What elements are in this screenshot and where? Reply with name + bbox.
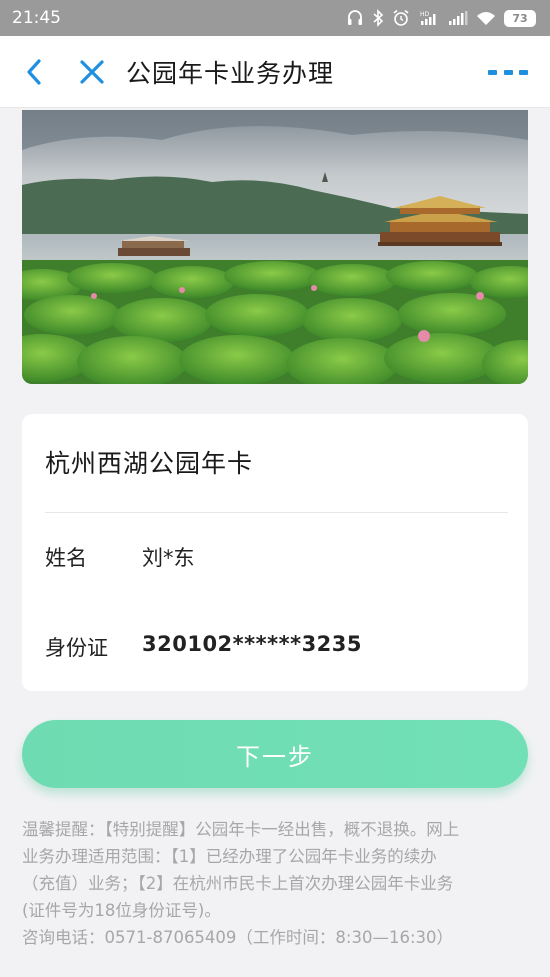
status-bar: 21:45 HD 73 (0, 0, 550, 36)
svg-text:HD: HD (420, 11, 430, 18)
notice-line: (证件号为18位身份证号)。 (22, 901, 221, 920)
annual-card-info: 杭州西湖公园年卡 姓名 刘*东 身份证 320102******3235 (22, 414, 528, 691)
battery-icon: 73 (504, 9, 536, 27)
status-time: 21:45 (12, 8, 61, 28)
name-value: 刘*东 (142, 546, 195, 570)
notice-text: 温馨提醒：【特别提醒】公园年卡一经出售，概不退换。网上 业务办理适用范围：【1】… (22, 816, 528, 951)
card-title: 杭州西湖公园年卡 (45, 449, 254, 478)
close-icon[interactable] (70, 50, 114, 94)
divider (45, 512, 508, 513)
page-title: 公园年卡业务办理 (126, 58, 335, 88)
id-label: 身份证 (45, 636, 108, 660)
alarm-icon (392, 9, 410, 27)
notice-line: 业务办理适用范围：【1】已经办理了公园年卡业务的续办 (22, 847, 437, 866)
wifi-icon (476, 9, 496, 27)
signal-icon (448, 9, 468, 27)
bluetooth-icon (372, 9, 384, 27)
notice-line: 咨询电话：0571-87065409（工作时间：8:30—16:30） (22, 928, 454, 947)
more-icon[interactable] (488, 62, 528, 82)
name-label: 姓名 (45, 546, 87, 570)
banner-image (22, 110, 528, 384)
id-value: 320102******3235 (142, 632, 363, 656)
nav-bar: 公园年卡业务办理 (0, 36, 550, 108)
signal-hd-icon: HD (418, 9, 440, 27)
notice-line: （充值）业务；【2】在杭州市民卡上首次办理公园年卡业务 (22, 874, 454, 893)
headphones-icon (346, 9, 364, 27)
notice-line: 温馨提醒：【特别提醒】公园年卡一经出售，概不退换。网上 (22, 820, 460, 839)
next-button[interactable]: 下一步 (22, 720, 528, 788)
status-icons: HD 73 (346, 9, 536, 27)
chevron-left-icon[interactable] (12, 50, 56, 94)
